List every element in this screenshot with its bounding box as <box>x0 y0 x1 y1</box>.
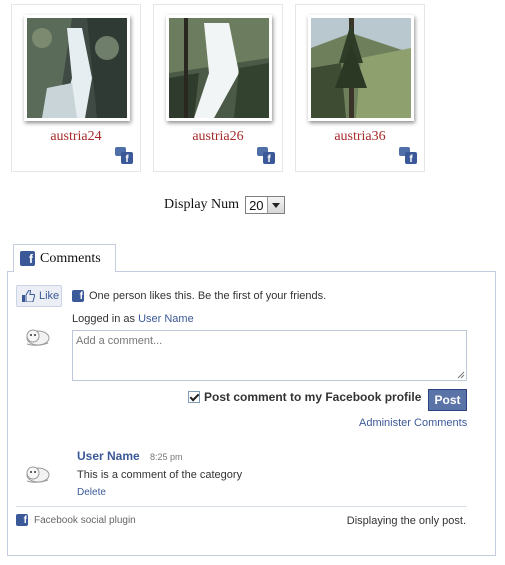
post-count-status: Displaying the only post. <box>346 515 466 527</box>
like-button-label: Like <box>39 290 60 302</box>
tab-comments-label: Comments <box>40 250 101 266</box>
social-plugin-footer: f Facebook social plugin <box>16 514 136 526</box>
comment-timestamp: 8:25 pm <box>150 452 183 462</box>
display-num-select[interactable]: 20 <box>245 196 285 214</box>
facebook-share-icon[interactable]: f <box>257 146 275 164</box>
comment-input-placeholder: Add a comment... <box>76 335 163 347</box>
chevron-down-icon[interactable] <box>266 197 284 213</box>
resize-handle-icon[interactable] <box>457 371 465 379</box>
post-button[interactable]: Post <box>428 389 467 411</box>
display-num-value[interactable]: 20 <box>246 198 266 213</box>
facebook-share-icon[interactable]: f <box>399 146 417 164</box>
thumbnail-image[interactable] <box>24 15 130 121</box>
administer-comments-link[interactable]: Administer Comments <box>359 417 467 429</box>
like-summary-text: One person likes this. Be the first of y… <box>89 290 327 302</box>
facebook-icon[interactable]: f <box>16 514 28 526</box>
delete-comment-link[interactable]: Delete <box>77 487 106 498</box>
logged-in-status: Logged in as User Name <box>72 313 194 325</box>
comment-author[interactable]: User Name <box>77 449 140 463</box>
comment-input[interactable]: Add a comment... <box>72 330 467 381</box>
user-name-link[interactable]: User Name <box>138 313 194 325</box>
like-summary: f One person likes this. Be the first of… <box>72 290 326 302</box>
thumbnail-caption[interactable]: austria36 <box>296 129 424 145</box>
post-to-profile-row: Post comment to my Facebook profile <box>188 390 421 404</box>
post-to-profile-label[interactable]: Post comment to my Facebook profile <box>204 390 421 404</box>
facebook-icon: f <box>20 251 35 266</box>
like-button[interactable]: Like <box>16 285 62 307</box>
thumbs-up-icon <box>22 290 35 302</box>
logged-in-prefix: Logged in as <box>72 313 135 325</box>
gallery-item[interactable]: austria26 f <box>153 4 283 172</box>
post-to-profile-checkbox[interactable] <box>188 391 200 403</box>
display-num-row: Display Num 20 <box>164 196 285 214</box>
divider <box>16 506 467 507</box>
thumbnail-image[interactable] <box>166 15 272 121</box>
facebook-share-icon[interactable]: f <box>115 146 133 164</box>
avatar <box>26 329 50 346</box>
gallery-item[interactable]: austria24 f <box>11 4 141 172</box>
thumbnail-caption[interactable]: austria24 <box>12 129 140 145</box>
avatar <box>26 466 50 483</box>
facebook-icon: f <box>72 290 84 302</box>
thumbnail-caption[interactable]: austria26 <box>154 129 282 145</box>
display-num-label: Display Num <box>164 197 240 212</box>
tab-comments[interactable]: f Comments <box>13 244 116 272</box>
thumbnail-image[interactable] <box>308 15 414 121</box>
social-plugin-label[interactable]: Facebook social plugin <box>34 515 136 526</box>
gallery-item[interactable]: austria36 f <box>295 4 425 172</box>
comment-body: This is a comment of the category <box>77 469 243 481</box>
